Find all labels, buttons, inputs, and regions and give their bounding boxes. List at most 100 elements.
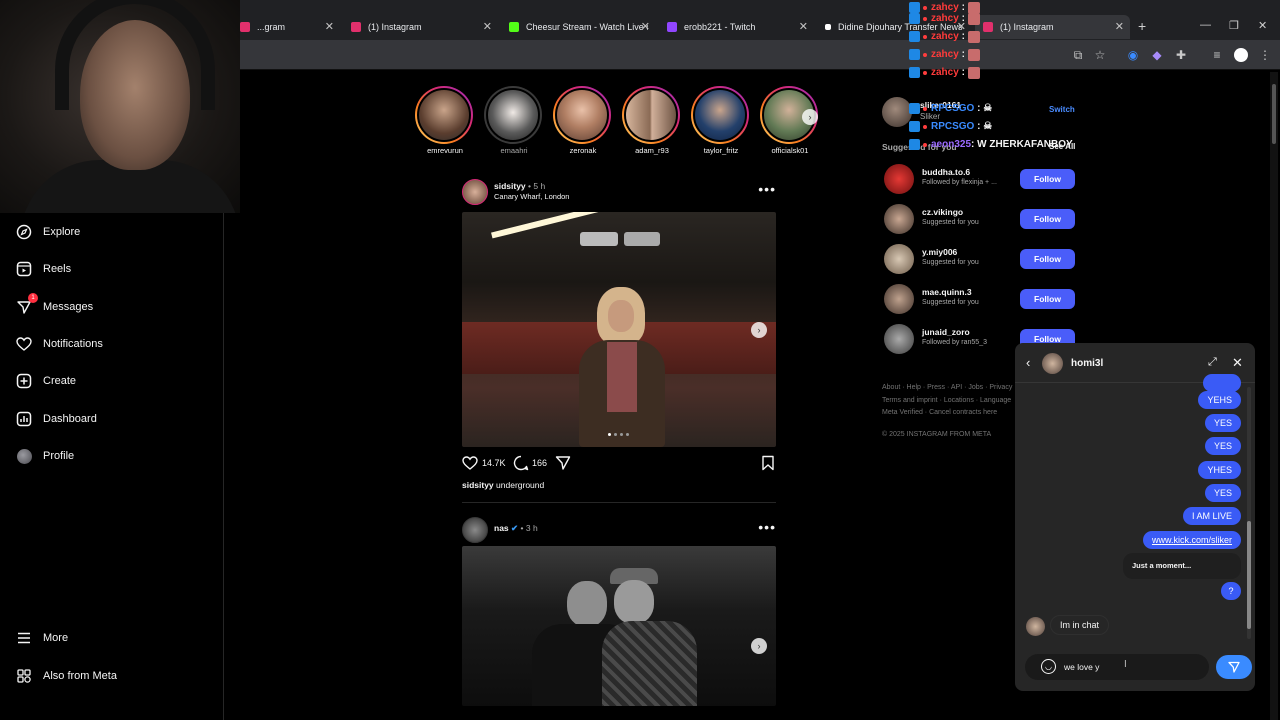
kebab-menu-icon[interactable]: ⋮ <box>1258 48 1272 62</box>
puzzle-icon[interactable]: ✚ <box>1174 48 1188 62</box>
hamburger-icon <box>16 630 32 646</box>
post-avatar[interactable] <box>462 179 488 205</box>
comment-icon[interactable] <box>513 455 529 473</box>
browser-tab[interactable]: erobb221 - Twitch ✕ <box>659 15 814 39</box>
suggestion-avatar[interactable] <box>884 244 914 274</box>
chat-text: : <box>961 67 965 78</box>
nav-more[interactable]: More <box>16 630 68 646</box>
browser-tab[interactable]: (1) Instagram ✕ <box>343 15 498 39</box>
minimize-icon[interactable]: — <box>1200 19 1211 31</box>
post-username[interactable]: sidsityy • 5 h <box>494 181 545 191</box>
suggestion-username[interactable]: y.miy006 <box>922 247 957 257</box>
close-window-icon[interactable]: ✕ <box>1258 19 1267 32</box>
story-item[interactable]: zeronak <box>553 86 613 155</box>
dm-avatar[interactable] <box>1042 353 1063 374</box>
plus-square-icon <box>16 373 32 389</box>
like-heart-icon[interactable] <box>462 455 478 473</box>
more-options-icon[interactable]: ••• <box>758 519 776 535</box>
page-scrollbar[interactable] <box>1270 72 1278 720</box>
profile-icon[interactable] <box>1234 48 1248 62</box>
tab-close-icon[interactable]: ✕ <box>799 20 808 33</box>
suggestion-username[interactable]: cz.vikingo <box>922 207 963 217</box>
nav-notifications[interactable]: Notifications <box>16 336 103 352</box>
extension-icon[interactable]: ◆ <box>1150 48 1164 62</box>
sent-link-message[interactable]: www.kick.com/sliker <box>1142 531 1241 549</box>
suggestion-avatar[interactable] <box>884 204 914 234</box>
nav-explore[interactable]: Explore <box>16 224 80 240</box>
story-item[interactable]: emaahri <box>484 86 544 155</box>
nav-reels[interactable]: Reels <box>16 261 71 277</box>
menu-list-icon[interactable]: ≡ <box>1210 48 1224 62</box>
carousel-next-chevron-icon[interactable]: › <box>751 638 767 654</box>
post-photo[interactable]: › <box>462 546 776 706</box>
suggestion-username[interactable]: junaid_zoro <box>922 327 970 337</box>
account-avatar[interactable] <box>882 97 912 127</box>
dm-avatar-small[interactable] <box>1026 617 1045 636</box>
chat-user: RPCSGO <box>931 121 975 132</box>
link-preview[interactable]: Just a moment... <box>1123 553 1241 579</box>
bookmark-star-icon[interactable]: ☆ <box>1093 48 1107 62</box>
send-button[interactable] <box>1216 655 1252 679</box>
more-options-icon[interactable]: ••• <box>758 181 776 197</box>
suggestion-username[interactable]: mae.quinn.3 <box>922 287 972 297</box>
new-tab-icon[interactable]: + <box>1138 18 1146 34</box>
post-avatar[interactable] <box>462 517 488 543</box>
follow-button[interactable]: Follow <box>1020 289 1075 309</box>
browser-tab-active[interactable]: (1) Instagram ✕ <box>975 15 1130 39</box>
nav-create[interactable]: Create <box>16 373 76 389</box>
username-text[interactable]: nas <box>494 523 509 533</box>
post-header: nas ✔ • 3 h ••• <box>462 517 776 545</box>
tab-close-icon[interactable]: ✕ <box>641 20 650 33</box>
person-jacket <box>602 621 697 706</box>
back-arrow-icon[interactable]: ‹ <box>1026 355 1030 370</box>
suggestion-avatar[interactable] <box>884 284 914 314</box>
nav-dashboard[interactable]: Dashboard <box>16 411 97 427</box>
footer-line[interactable]: About · Help · Press · API · Jobs · Priv… <box>882 382 1017 395</box>
story-item[interactable]: emrevurun <box>415 86 475 155</box>
chat-text: : <box>977 103 981 114</box>
expand-icon[interactable]: ⤢ <box>1208 356 1217 369</box>
extension-icon[interactable]: ◉ <box>1126 48 1140 62</box>
footer-line[interactable]: Terms and imprint · Locations · Language <box>882 395 1017 408</box>
page-scrollbar-thumb[interactable] <box>1272 84 1276 144</box>
suggestion-username[interactable]: buddha.to.6 <box>922 167 970 177</box>
footer-links[interactable]: About · Help · Press · API · Jobs · Priv… <box>882 382 1017 420</box>
carousel-next-chevron-icon[interactable]: › <box>751 322 767 338</box>
nav-also-from-meta[interactable]: Also from Meta <box>16 668 117 684</box>
post-username[interactable]: nas ✔ • 3 h <box>494 523 538 534</box>
post-photo[interactable]: › <box>462 212 776 447</box>
browser-tab[interactable]: ...gram ✕ <box>232 15 340 39</box>
nav-profile[interactable]: Profile <box>16 448 74 464</box>
story-item[interactable]: taylor_fritz <box>691 86 751 155</box>
scrollbar-thumb[interactable] <box>1247 521 1251 629</box>
message-input-text[interactable]: we love y <box>1064 662 1099 672</box>
suggestion-avatar[interactable] <box>884 324 914 354</box>
chat-message: zahcy : <box>909 11 980 26</box>
username-text[interactable]: sidsityy <box>494 181 526 191</box>
like-count[interactable]: 14.7K <box>482 458 506 468</box>
story-ring <box>553 86 611 144</box>
suggestion-avatar[interactable] <box>884 164 914 194</box>
dm-title[interactable]: homi3l <box>1071 358 1103 369</box>
nav-messages[interactable]: 1 Messages <box>16 293 93 315</box>
tab-close-icon[interactable]: ✕ <box>325 20 334 33</box>
story-item[interactable]: adam_r93 <box>622 86 682 155</box>
comment-count[interactable]: 166 <box>532 458 547 468</box>
switch-account-link[interactable]: Switch <box>1049 105 1075 114</box>
browser-tab[interactable]: Cheesur Stream - Watch Live o ✕ <box>501 15 656 39</box>
footer-line[interactable]: Meta Verified · Cancel contracts here <box>882 407 1017 420</box>
caption-username[interactable]: sidsityy <box>462 480 494 490</box>
tab-close-icon[interactable]: ✕ <box>1115 20 1124 33</box>
maximize-icon[interactable]: ❐ <box>1229 19 1239 32</box>
save-bookmark-icon[interactable] <box>760 455 776 473</box>
follow-button[interactable]: Follow <box>1020 209 1075 229</box>
tab-close-icon[interactable]: ✕ <box>483 20 492 33</box>
share-icon[interactable] <box>555 455 571 473</box>
close-icon[interactable]: ✕ <box>1232 355 1243 371</box>
follow-button[interactable]: Follow <box>1020 249 1075 269</box>
emoji-icon[interactable]: ◡ <box>1041 659 1056 674</box>
post-location[interactable]: Canary Wharf, London <box>494 192 569 201</box>
install-app-icon[interactable]: ⧉ <box>1071 48 1085 62</box>
stories-next-chevron-icon[interactable]: › <box>802 109 818 125</box>
follow-button[interactable]: Follow <box>1020 169 1075 189</box>
